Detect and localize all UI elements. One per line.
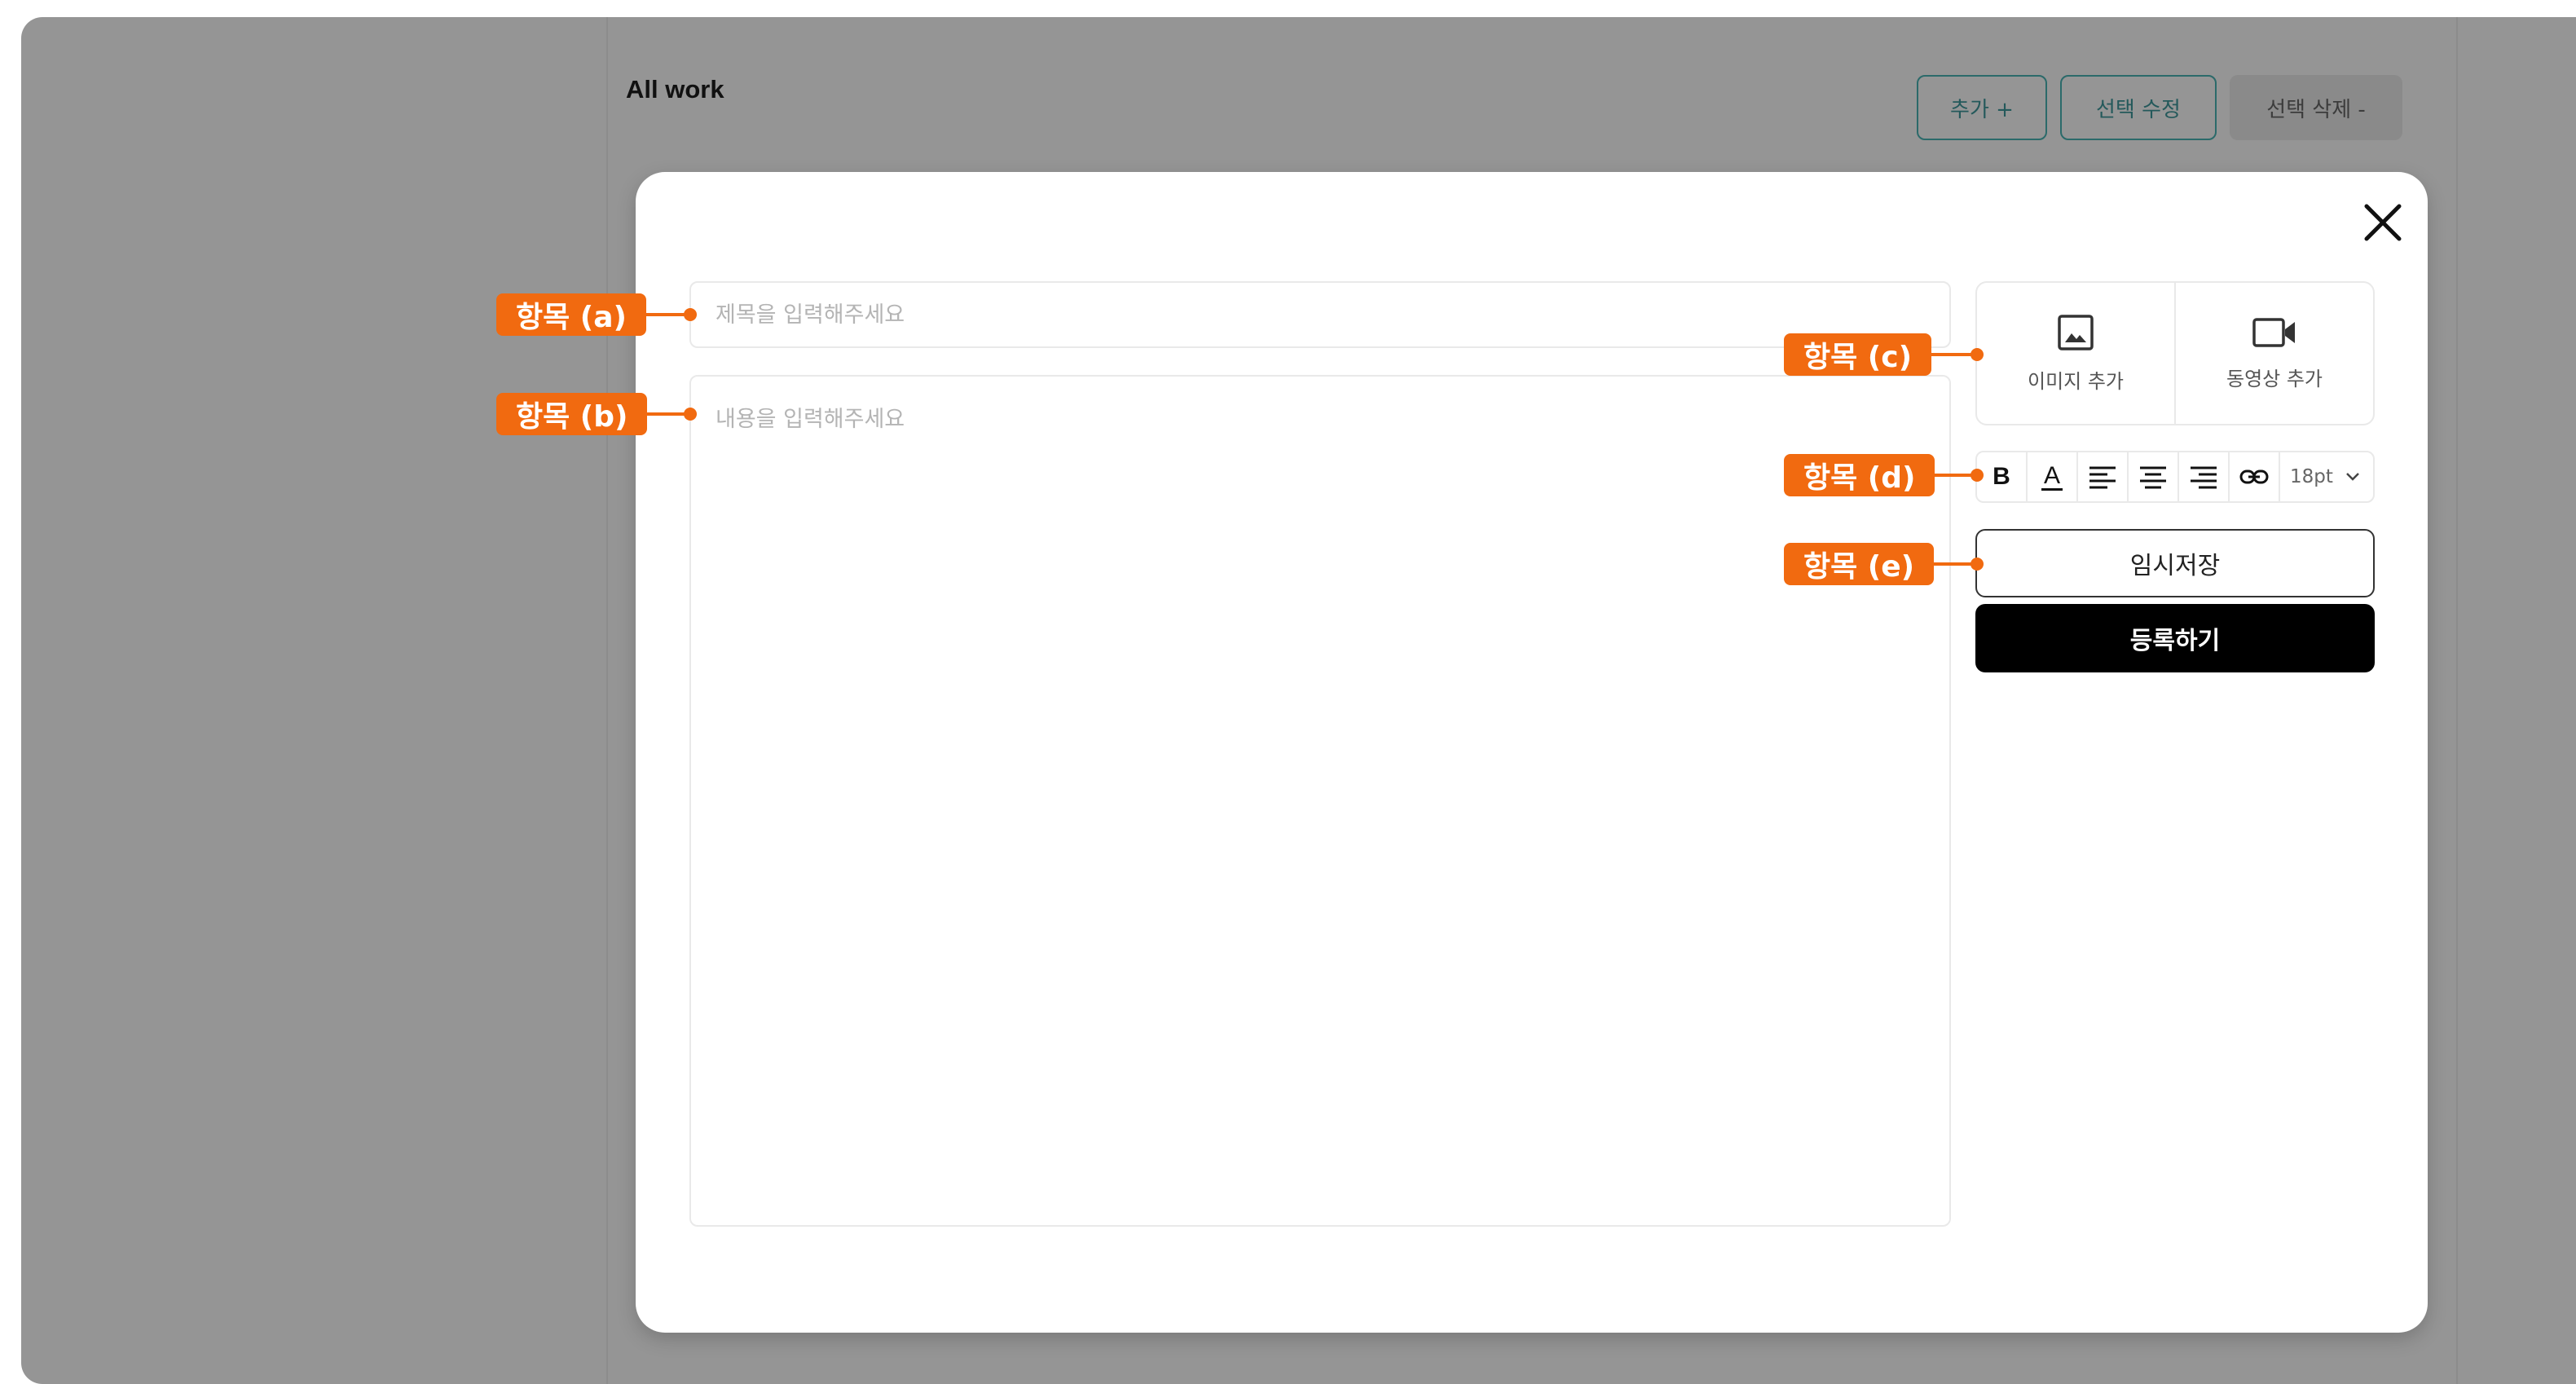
link-icon xyxy=(2239,469,2269,484)
callout-dot-b xyxy=(684,408,697,421)
callout-dot-d xyxy=(1971,469,1984,482)
delete-selected-button[interactable]: 선택 삭제 - xyxy=(2230,75,2402,140)
align-right-button[interactable] xyxy=(2179,452,2230,501)
add-image-label: 이미지 추가 xyxy=(2027,370,2125,393)
submit-button[interactable]: 등록하기 xyxy=(1975,604,2375,672)
sidebar-divider xyxy=(606,17,608,1384)
callout-label-d: 항목 (d) xyxy=(1784,454,1935,496)
callout-label-c: 항목 (c) xyxy=(1784,333,1932,376)
add-video-label: 동영상 추가 xyxy=(2226,368,2323,390)
close-icon[interactable] xyxy=(2360,200,2406,245)
text-format-toolbar: B A 18pt xyxy=(1975,451,2375,503)
align-right-icon xyxy=(2191,466,2217,489)
edit-selected-button[interactable]: 선택 수정 xyxy=(2060,75,2217,140)
media-add-panel: 이미지 추가 동영상 추가 xyxy=(1975,281,2375,425)
font-size-select[interactable]: 18pt xyxy=(2280,452,2373,501)
callout-dot-a xyxy=(684,308,697,321)
callout-label-a: 항목 (a) xyxy=(496,293,646,336)
link-button[interactable] xyxy=(2230,452,2280,501)
title-input[interactable] xyxy=(689,281,1951,348)
bold-button[interactable]: B xyxy=(1977,452,2028,501)
bold-icon: B xyxy=(1993,463,2010,490)
font-color-button[interactable]: A xyxy=(2028,452,2078,501)
chevron-down-icon xyxy=(2346,473,2359,481)
content-textarea[interactable] xyxy=(689,375,1951,1227)
add-video-button[interactable]: 동영상 추가 xyxy=(2174,283,2373,424)
align-left-icon xyxy=(2089,466,2116,489)
align-left-button[interactable] xyxy=(2078,452,2129,501)
video-camera-icon xyxy=(2252,318,2295,347)
font-color-icon: A xyxy=(2041,463,2063,491)
right-panel-divider xyxy=(2456,17,2458,1384)
add-image-button[interactable]: 이미지 추가 xyxy=(1977,283,2174,424)
section-title: All work xyxy=(626,75,724,104)
font-size-value: 18pt xyxy=(2290,466,2333,487)
callout-dot-e xyxy=(1971,558,1984,571)
callout-label-e: 항목 (e) xyxy=(1784,543,1935,585)
align-center-button[interactable] xyxy=(2129,452,2179,501)
save-draft-button[interactable]: 임시저장 xyxy=(1975,529,2375,597)
callout-dot-c xyxy=(1971,348,1984,361)
callout-label-b: 항목 (b) xyxy=(496,393,648,435)
add-button[interactable]: 추가 + xyxy=(1917,75,2047,140)
image-icon xyxy=(2058,315,2094,350)
align-center-icon xyxy=(2140,466,2166,489)
